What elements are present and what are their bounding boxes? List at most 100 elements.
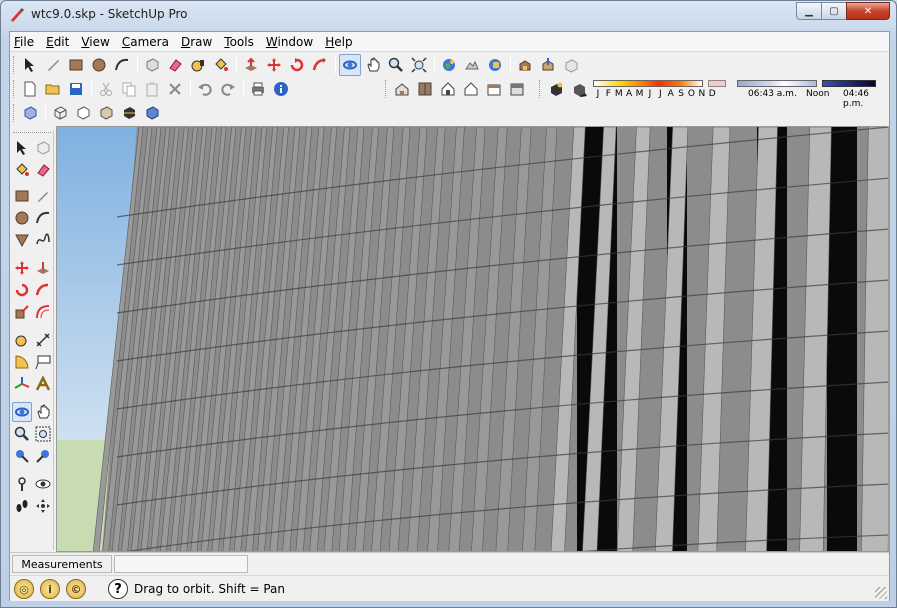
new-file-button[interactable] <box>19 78 41 100</box>
follow-me-button[interactable] <box>309 54 331 76</box>
make-component-button[interactable] <box>141 54 163 76</box>
menu-help[interactable]: Help <box>319 35 358 49</box>
walk-tool[interactable] <box>12 496 32 516</box>
freehand-tool[interactable] <box>33 230 53 250</box>
move-tool-button[interactable] <box>263 54 285 76</box>
push-pull-tool[interactable] <box>33 258 53 278</box>
xray-button[interactable] <box>19 102 41 124</box>
open-file-button[interactable] <box>42 78 64 100</box>
zoom-tool[interactable] <box>12 424 32 444</box>
next-view-tool[interactable] <box>33 446 53 466</box>
rectangle-tool-button[interactable] <box>65 54 87 76</box>
rectangle-tool[interactable] <box>12 186 32 206</box>
model-info-button[interactable] <box>270 78 292 100</box>
share-component-button[interactable] <box>560 54 582 76</box>
zoom-window-tool[interactable] <box>33 424 53 444</box>
erase-button[interactable] <box>164 78 186 100</box>
eraser-tool-button[interactable] <box>164 54 186 76</box>
measurements-input[interactable] <box>114 555 248 573</box>
photo-textures-button[interactable] <box>484 54 506 76</box>
help-icon[interactable]: ? <box>108 579 128 599</box>
polygon-tool[interactable] <box>12 230 32 250</box>
redo-button[interactable] <box>217 78 239 100</box>
maximize-button[interactable]: ▢ <box>821 2 847 20</box>
print-button[interactable] <box>247 78 269 100</box>
offset-tool[interactable] <box>33 302 53 322</box>
month-slider[interactable]: JFMAMJJASOND <box>593 80 716 100</box>
previous-view-tool[interactable] <box>12 446 32 466</box>
paint-bucket-tool[interactable] <box>12 160 32 180</box>
position-camera-tool[interactable] <box>12 474 32 494</box>
circle-tool-button[interactable] <box>88 54 110 76</box>
arc-tool[interactable] <box>33 208 53 228</box>
menu-file[interactable]: File <box>10 35 40 49</box>
copy-button[interactable] <box>118 78 140 100</box>
paint-bucket-button[interactable] <box>210 54 232 76</box>
make-component-tool[interactable] <box>33 138 53 158</box>
zoom-extents-button[interactable] <box>408 54 430 76</box>
pan-tool-button[interactable] <box>362 54 384 76</box>
drawing-viewport[interactable] <box>56 126 889 552</box>
globe-location-icon <box>443 59 455 71</box>
get-models-button[interactable] <box>514 54 536 76</box>
line-tool-button[interactable] <box>42 54 64 76</box>
separator <box>45 104 46 122</box>
shaded-button[interactable] <box>95 102 117 124</box>
orbit-tool-button[interactable] <box>339 54 361 76</box>
orbit-tool[interactable] <box>12 402 32 422</box>
resize-grip[interactable] <box>875 587 887 599</box>
close-button[interactable]: ✕ <box>846 2 890 20</box>
section-plane-tool[interactable] <box>33 496 53 516</box>
menu-camera[interactable]: Camera <box>116 35 175 49</box>
rotate-tool[interactable] <box>12 280 32 300</box>
paste-button[interactable] <box>141 78 163 100</box>
window-controls: ▁ ▢ ✕ <box>796 2 890 20</box>
add-location-button[interactable] <box>438 54 460 76</box>
shaded-textures-button[interactable] <box>118 102 140 124</box>
display-shadows-button[interactable] <box>568 78 590 100</box>
share-model-button[interactable] <box>537 54 559 76</box>
menu-edit[interactable]: Edit <box>40 35 75 49</box>
push-pull-button[interactable] <box>240 54 262 76</box>
undo-button[interactable] <box>194 78 216 100</box>
eraser-tool[interactable] <box>33 160 53 180</box>
hidden-line-button[interactable] <box>72 102 94 124</box>
shadow-settings-button[interactable] <box>545 78 567 100</box>
select-tool-button[interactable] <box>19 54 41 76</box>
scale-tool[interactable] <box>12 302 32 322</box>
menu-tools[interactable]: Tools <box>218 35 260 49</box>
text-tool[interactable] <box>33 352 53 372</box>
status-message: Drag to orbit. Shift = Pan <box>134 582 285 596</box>
dimension-tool[interactable] <box>33 330 53 350</box>
monochrome-button[interactable] <box>141 102 163 124</box>
arc-tool-button[interactable] <box>111 54 133 76</box>
look-around-tool[interactable] <box>33 474 53 494</box>
line-tool[interactable] <box>33 186 53 206</box>
3d-text-tool[interactable] <box>33 374 53 394</box>
minimize-button[interactable]: ▁ <box>796 2 822 20</box>
time-night-gradient <box>822 80 876 87</box>
menu-view[interactable]: View <box>75 35 115 49</box>
cut-button[interactable] <box>95 78 117 100</box>
toggle-terrain-button[interactable] <box>461 54 483 76</box>
wireframe-button[interactable] <box>49 102 71 124</box>
rotate-tool-button[interactable] <box>286 54 308 76</box>
select-tool[interactable] <box>12 138 32 158</box>
tape-measure-tool[interactable] <box>12 330 32 350</box>
menu-window[interactable]: Window <box>260 35 319 49</box>
circle-tool[interactable] <box>12 208 32 228</box>
move-tool[interactable] <box>12 258 32 278</box>
select-arrow-icon <box>17 141 26 155</box>
credits-icon[interactable]: i <box>40 579 60 599</box>
follow-me-tool[interactable] <box>33 280 53 300</box>
axes-tool[interactable] <box>12 374 32 394</box>
menu-draw[interactable]: Draw <box>175 35 218 49</box>
geo-location-icon[interactable]: ◎ <box>14 579 34 599</box>
pan-tool[interactable] <box>33 402 53 422</box>
zoom-tool-button[interactable] <box>385 54 407 76</box>
protractor-tool[interactable] <box>12 352 32 372</box>
time-slider[interactable] <box>737 80 817 87</box>
tape-measure-button[interactable] <box>187 54 209 76</box>
user-account-icon[interactable]: © <box>66 579 86 599</box>
save-button[interactable] <box>65 78 87 100</box>
